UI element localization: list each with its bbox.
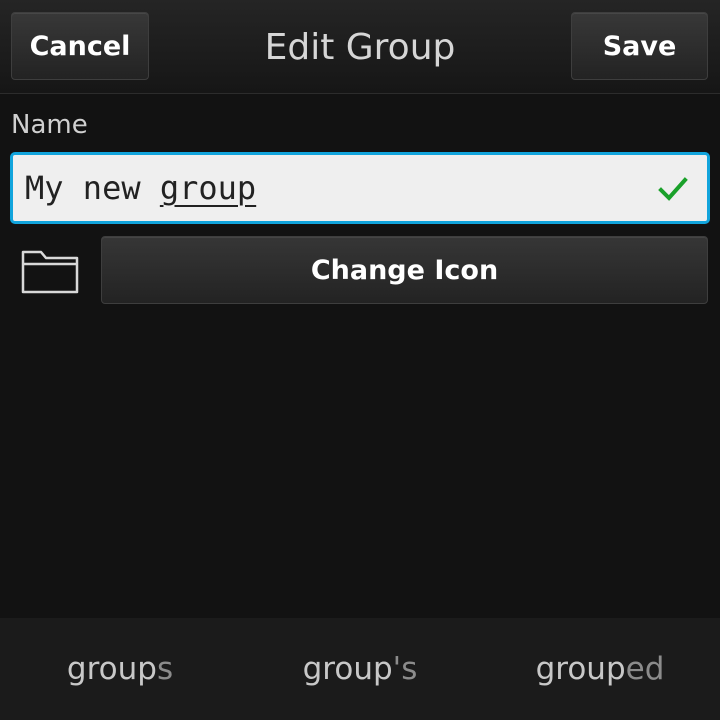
folder-icon bbox=[21, 250, 79, 294]
cancel-button[interactable]: Cancel bbox=[11, 12, 149, 80]
suggestion-rest: s bbox=[156, 651, 174, 687]
name-label: Name bbox=[11, 110, 88, 140]
suggestion-rest: 's bbox=[392, 651, 418, 687]
suggestion-rest: ed bbox=[625, 651, 665, 687]
suggestion-groups-possessive[interactable]: group's bbox=[240, 618, 480, 720]
group-name-current-word: group bbox=[159, 169, 257, 207]
title-bar: Cancel Edit Group Save bbox=[0, 0, 720, 94]
word-suggestion-bar: group s group's group ed bbox=[0, 618, 720, 720]
suggestion-stem: group bbox=[535, 651, 626, 687]
suggestion-stem: group bbox=[302, 651, 393, 687]
save-button[interactable]: Save bbox=[571, 12, 708, 80]
group-name-value[interactable]: My new group bbox=[25, 169, 256, 207]
change-icon-button[interactable]: Change Icon bbox=[101, 236, 708, 304]
suggestion-grouped[interactable]: group ed bbox=[480, 618, 720, 720]
group-name-field[interactable]: My new group bbox=[10, 152, 710, 224]
page-title: Edit Group bbox=[264, 27, 456, 68]
suggestion-stem: group bbox=[66, 651, 157, 687]
checkmark-icon bbox=[658, 177, 688, 201]
group-name-prefix: My new bbox=[25, 169, 160, 207]
suggestion-groups[interactable]: group s bbox=[0, 618, 240, 720]
edit-group-screen: Cancel Edit Group Save Name My new group… bbox=[0, 0, 720, 720]
